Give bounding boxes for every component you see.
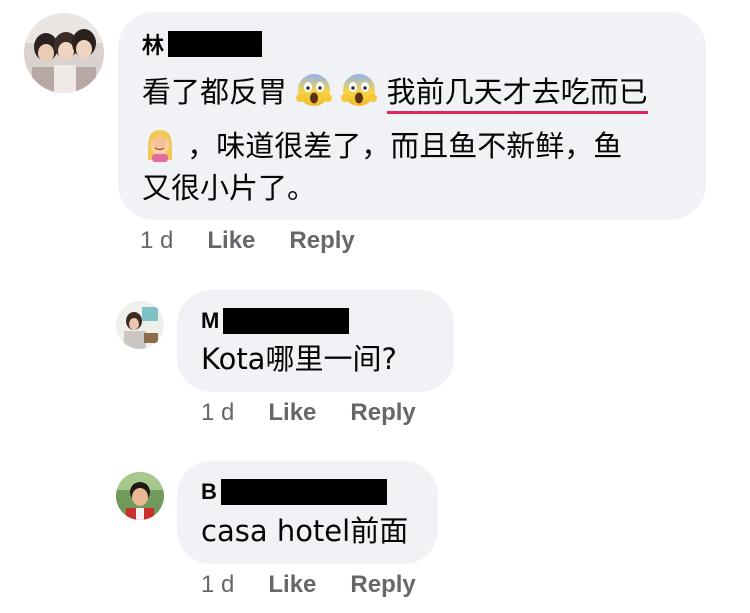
avatar[interactable] <box>116 472 164 520</box>
reply-author[interactable]: M <box>201 307 350 335</box>
reply-button[interactable]: Reply <box>350 399 415 427</box>
avatar-photo <box>116 472 164 520</box>
avatar[interactable] <box>116 301 164 349</box>
reply-timestamp[interactable]: 1 d <box>201 571 234 599</box>
avatar[interactable] <box>24 13 104 93</box>
comment-timestamp[interactable]: 1 d <box>140 227 173 255</box>
reply-button[interactable]: Reply <box>289 227 354 255</box>
comment-text-line: 看了都反胃 我前几天才去吃而已 <box>142 68 648 116</box>
redacted-name <box>220 479 387 505</box>
reply-button[interactable]: Reply <box>350 571 415 599</box>
reply-actions: 1 d Like Reply <box>201 571 416 599</box>
author-initial: M <box>201 308 220 333</box>
redacted-name <box>168 31 263 57</box>
reply-author[interactable]: B <box>201 478 387 506</box>
comment-text-segment: 又很小片了。 <box>142 171 317 205</box>
comment-thread: 林 看了都反胃 我前几天才去吃而已 ，味道很差了，而且鱼不新鲜，鱼 又很小片了。… <box>0 0 750 613</box>
face-screaming-in-fear-icon <box>341 74 378 106</box>
avatar-photo <box>24 13 104 93</box>
reply-text: Kota哪里一间? <box>201 335 397 383</box>
reply-text-content: casa hotel前面 <box>201 514 409 548</box>
comment-actions: 1 d Like Reply <box>140 227 355 255</box>
avatar-photo <box>116 301 164 349</box>
reply-text: casa hotel前面 <box>201 507 408 555</box>
comment-author[interactable]: 林 <box>142 30 263 58</box>
woman-facepalming-icon <box>148 130 172 162</box>
author-initial: 林 <box>142 33 165 58</box>
author-initial: B <box>201 479 217 504</box>
like-button[interactable]: Like <box>207 227 255 255</box>
face-screaming-in-fear-icon <box>296 74 333 106</box>
like-button[interactable]: Like <box>268 399 316 427</box>
reply-actions: 1 d Like Reply <box>201 399 416 427</box>
like-button[interactable]: Like <box>268 571 316 599</box>
comment-text-line: 又很小片了。 <box>142 164 316 212</box>
comment-text-line: ，味道很差了，而且鱼不新鲜，鱼 <box>142 122 622 170</box>
comment-text-segment: ，味道很差了，而且鱼不新鲜，鱼 <box>187 129 623 163</box>
comment-text-segment: 看了都反胃 <box>142 75 288 109</box>
reply-timestamp[interactable]: 1 d <box>201 399 234 427</box>
reply-text-content: Kota哪里一间? <box>201 342 397 376</box>
redacted-name <box>223 308 350 334</box>
comment-text-highlight: 我前几天才去吃而已 <box>386 75 648 114</box>
